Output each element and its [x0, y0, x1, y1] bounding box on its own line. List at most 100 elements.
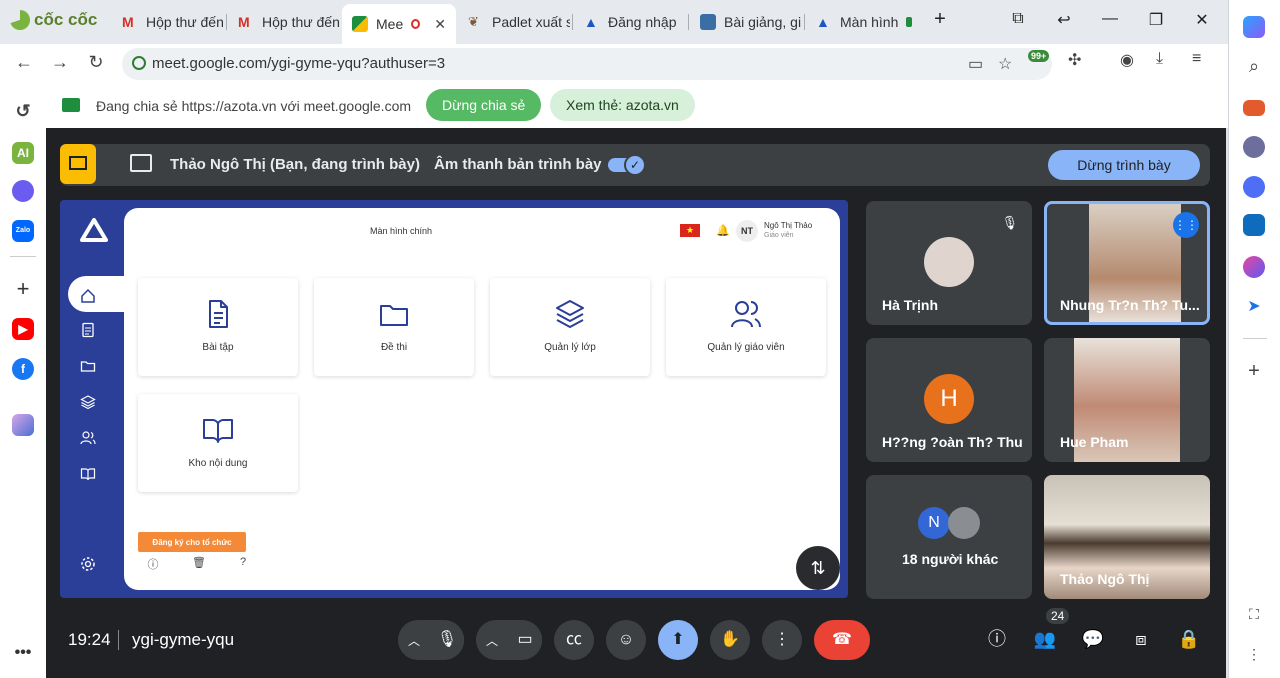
captions-button[interactable]: ㏄: [554, 620, 594, 660]
sidebar-more-icon[interactable]: ⋮: [1243, 646, 1265, 668]
tab-meet[interactable]: Mee ✕: [342, 4, 456, 44]
extension-badge[interactable]: 99+: [1028, 50, 1050, 62]
extensions-icon[interactable]: ✣: [1068, 50, 1081, 70]
participant-name: Thảo Ngô Thị: [1060, 571, 1150, 587]
participant-tile[interactable]: N 18 người khác: [866, 475, 1032, 599]
chevron-up-icon[interactable]: ︿: [408, 632, 420, 649]
folder-icon[interactable]: [80, 358, 96, 374]
search-tabs-icon[interactable]: ⧉: [1006, 10, 1030, 28]
more-options-icon[interactable]: ⋮: [762, 620, 802, 660]
maximize-icon[interactable]: ❐: [1144, 10, 1168, 30]
url-text[interactable]: meet.google.com/ygi-gyme-yqu?authuser=3: [152, 55, 445, 72]
end-call-button[interactable]: ☎: [814, 620, 870, 660]
forward-icon[interactable]: →: [48, 52, 72, 73]
history-icon[interactable]: ↺: [12, 100, 34, 122]
camera-control[interactable]: ︿ ▭: [476, 620, 542, 660]
host-controls-icon[interactable]: 🔒: [1176, 626, 1202, 652]
back-icon[interactable]: ←: [12, 52, 36, 73]
document-icon[interactable]: [80, 322, 96, 338]
people-icon[interactable]: [1243, 136, 1265, 158]
register-organization-button[interactable]: Đăng ký cho tổ chức: [138, 532, 246, 552]
presentation-audio-toggle[interactable]: ✓: [608, 154, 646, 176]
trash-icon[interactable]: 🗑: [192, 556, 206, 570]
check-icon: ✓: [624, 154, 646, 176]
screenshot-icon[interactable]: ⛶: [1243, 606, 1265, 628]
card-content-library[interactable]: Kho nội dung: [138, 394, 298, 492]
info-icon[interactable]: ⓘ: [984, 626, 1010, 652]
raise-hand-icon[interactable]: ✋: [710, 620, 750, 660]
swap-arrows-icon[interactable]: ⇅: [796, 546, 840, 590]
ai-assistant-icon[interactable]: AI: [12, 142, 34, 164]
back-arrow-icon[interactable]: ↩: [1052, 10, 1076, 30]
tab-padlet[interactable]: ❦ Padlet xuất s: [458, 6, 570, 38]
download-icon[interactable]: ⤓: [1156, 50, 1163, 68]
card-exams[interactable]: Đề thi: [314, 278, 474, 376]
tab-gmail-1[interactable]: M Hộp thư đến: [112, 6, 224, 38]
participant-tile[interactable]: Thảo Ngô Thị: [1044, 475, 1210, 599]
add-shortcut-icon[interactable]: +: [12, 278, 34, 300]
home-icon[interactable]: [80, 288, 96, 304]
people-icon[interactable]: 👥: [1032, 626, 1058, 652]
book-icon[interactable]: [80, 466, 96, 482]
stop-sharing-button[interactable]: Dừng chia sẻ: [426, 89, 542, 121]
toolbox-icon[interactable]: [1243, 100, 1265, 116]
mic-control[interactable]: ︿ 🎙: [398, 620, 464, 660]
camera-icon[interactable]: ▭: [968, 54, 983, 74]
participant-tile[interactable]: Hue Pham: [1044, 338, 1210, 462]
tab-azota-home[interactable]: ▲ Màn hình: [806, 6, 922, 38]
info-icon[interactable]: ⓘ: [146, 556, 160, 571]
user-avatar[interactable]: NT: [736, 220, 758, 242]
reload-icon[interactable]: ↻: [84, 52, 108, 73]
send-icon[interactable]: ➤: [1243, 296, 1265, 318]
add-sidebar-icon[interactable]: +: [1243, 360, 1265, 382]
menu-icon[interactable]: ≡: [1192, 50, 1201, 68]
card-teacher-management[interactable]: Quản lý giáo viên: [666, 278, 826, 376]
card-exercises[interactable]: Bài tập: [138, 278, 298, 376]
vietnam-flag-icon[interactable]: ★: [680, 224, 700, 237]
meeting-code[interactable]: ygi-gyme-yqu: [132, 630, 234, 650]
users-icon[interactable]: [80, 430, 96, 446]
tab-gmail-2[interactable]: M Hộp thư đến: [228, 6, 340, 38]
messenger-icon[interactable]: [12, 180, 34, 202]
participant-name: H??ng ?oàn Th? Thu: [882, 434, 1023, 450]
microphone-icon[interactable]: 🎙: [430, 622, 464, 658]
layers-icon[interactable]: [80, 394, 96, 410]
search-icon[interactable]: ⌕: [1243, 56, 1265, 78]
tab-azota-login[interactable]: ▲ Đăng nhập: [574, 6, 686, 38]
present-screen-button[interactable]: ⬆: [658, 620, 698, 660]
bell-icon[interactable]: 🔔: [716, 224, 730, 237]
participant-tile[interactable]: 🎙 Hà Trịnh: [866, 201, 1032, 325]
help-icon[interactable]: ?: [236, 556, 250, 570]
sharing-notification-bar: Đang chia sẻ https://azota.vn với meet.g…: [46, 84, 1228, 128]
settings-icon[interactable]: [80, 556, 96, 572]
zalo-icon[interactable]: Zalo: [12, 220, 34, 242]
card-class-management[interactable]: Quản lý lớp: [490, 278, 650, 376]
close-icon[interactable]: ✕: [434, 16, 446, 33]
profile-icon[interactable]: ◉: [1120, 50, 1134, 70]
more-icon[interactable]: •••: [12, 642, 34, 664]
activities-icon[interactable]: ⧈: [1128, 626, 1154, 652]
copilot-icon[interactable]: [1243, 16, 1265, 38]
copilot-apps-icon[interactable]: [1243, 176, 1265, 198]
new-tab-icon[interactable]: +: [928, 8, 952, 31]
chevron-up-icon[interactable]: ︿: [486, 632, 498, 649]
designer-icon[interactable]: [1243, 256, 1265, 278]
view-tab-button[interactable]: Xem thẻ: azota.vn: [550, 89, 695, 121]
minimize-icon[interactable]: —: [1098, 10, 1122, 28]
participant-tile[interactable]: ⋮⋮ Nhung Tr?n Th? Tu...: [1044, 201, 1210, 325]
participant-tile[interactable]: H H??ng ?oàn Th? Thu: [866, 338, 1032, 462]
close-window-icon[interactable]: ✕: [1190, 10, 1214, 30]
chat-icon[interactable]: 💬: [1080, 626, 1106, 652]
tab-strip: cốc cốc M Hộp thư đến M Hộp thư đến Mee …: [0, 0, 1228, 44]
camera-icon[interactable]: ▭: [508, 622, 542, 658]
emoji-icon[interactable]: ☺: [606, 620, 646, 660]
tab-lecture[interactable]: Bài giảng, gi: [690, 6, 802, 38]
game-icon[interactable]: [12, 414, 34, 436]
youtube-icon[interactable]: ▶: [12, 318, 34, 340]
bookmark-star-icon[interactable]: ☆: [998, 54, 1012, 74]
facebook-icon[interactable]: f: [12, 358, 34, 380]
card-label: Quản lý lớp: [544, 342, 596, 353]
address-bar[interactable]: meet.google.com/ygi-gyme-yqu?authuser=3 …: [122, 48, 1052, 80]
stop-presenting-button[interactable]: Dừng trình bày: [1048, 150, 1200, 180]
outlook-icon[interactable]: [1243, 214, 1265, 236]
